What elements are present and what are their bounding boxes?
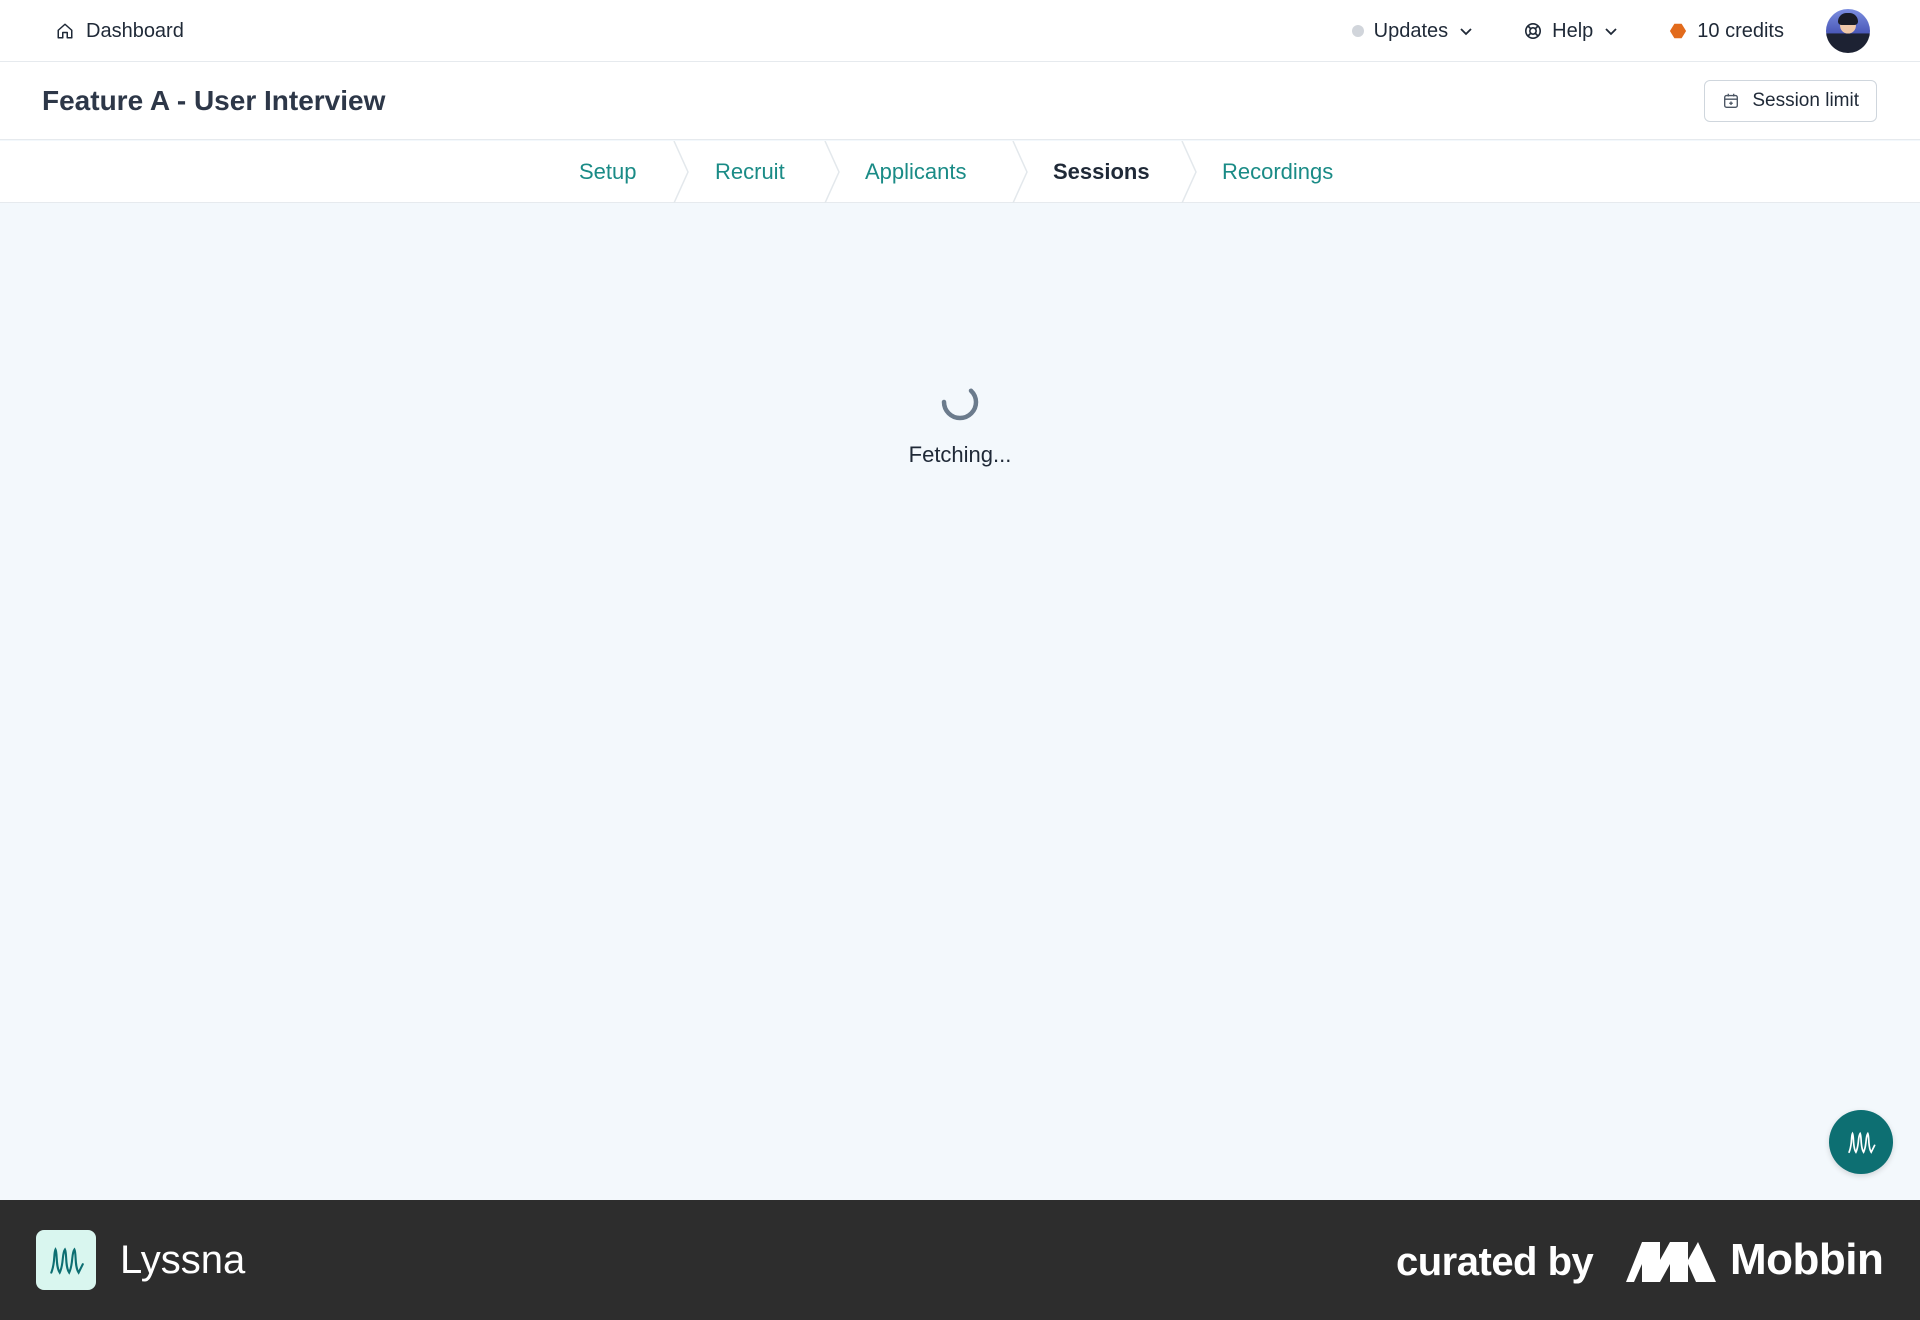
chevron-down-icon [1605,28,1617,36]
dashboard-label: Dashboard [86,19,184,42]
credits-indicator[interactable]: 10 credits [1669,20,1784,43]
tab-setup[interactable]: Setup [579,141,637,203]
tab-applicants[interactable]: Applicants [865,141,967,203]
loading-spinner-icon [941,388,979,421]
credits-label: 10 credits [1697,19,1784,42]
footer-banner: Lyssna curated by Mobbin [0,1200,1920,1320]
tab-recruit[interactable]: Recruit [715,141,785,203]
updates-label: Updates [1373,19,1449,42]
tab-recordings[interactable]: Recordings [1222,141,1333,203]
updates-dropdown[interactable]: Updates [1351,19,1475,43]
calendar-icon [1724,93,1739,108]
help-chat-button[interactable] [1829,1110,1893,1174]
page-header: Feature A - User Interview Session limit [0,62,1920,140]
lyssna-logo-icon [50,1247,84,1275]
topbar-right-group: Updates Help 10 credits [1351,0,1870,62]
session-limit-button[interactable]: Session limit [1704,80,1877,122]
lifebuoy-icon [1525,22,1542,40]
page-title: Feature A - User Interview [42,85,386,116]
step-separator [1012,141,1028,203]
help-dropdown[interactable]: Help [1524,20,1619,43]
session-limit-label: Session limit [1752,90,1859,111]
credit-coin-icon [1670,23,1687,39]
loading-text: Fetching... [908,442,1012,467]
home-icon [57,23,73,39]
tab-sessions[interactable]: Sessions [1053,141,1150,203]
help-label: Help [1552,19,1594,42]
top-navbar: Dashboard Updates Help 10 credits [0,0,1920,62]
lyssna-logo [36,1230,96,1290]
step-separator [824,141,840,203]
mobbin-logo-icon [1626,1242,1716,1282]
step-navigation: Setup Recruit Applicants Sessions Record… [0,141,1920,203]
user-avatar[interactable] [1826,9,1870,53]
curator-name: Mobbin [1730,1235,1884,1284]
step-separator [1181,141,1197,203]
brand-name: Lyssna [120,1238,246,1282]
curated-by-text: curated by [1396,1240,1594,1284]
step-separator [673,141,689,203]
chevron-down-icon [1460,28,1472,36]
lyssna-logo-icon [1848,1131,1876,1154]
dashboard-link[interactable]: Dashboard [56,0,184,62]
updates-status-dot [1351,25,1364,37]
